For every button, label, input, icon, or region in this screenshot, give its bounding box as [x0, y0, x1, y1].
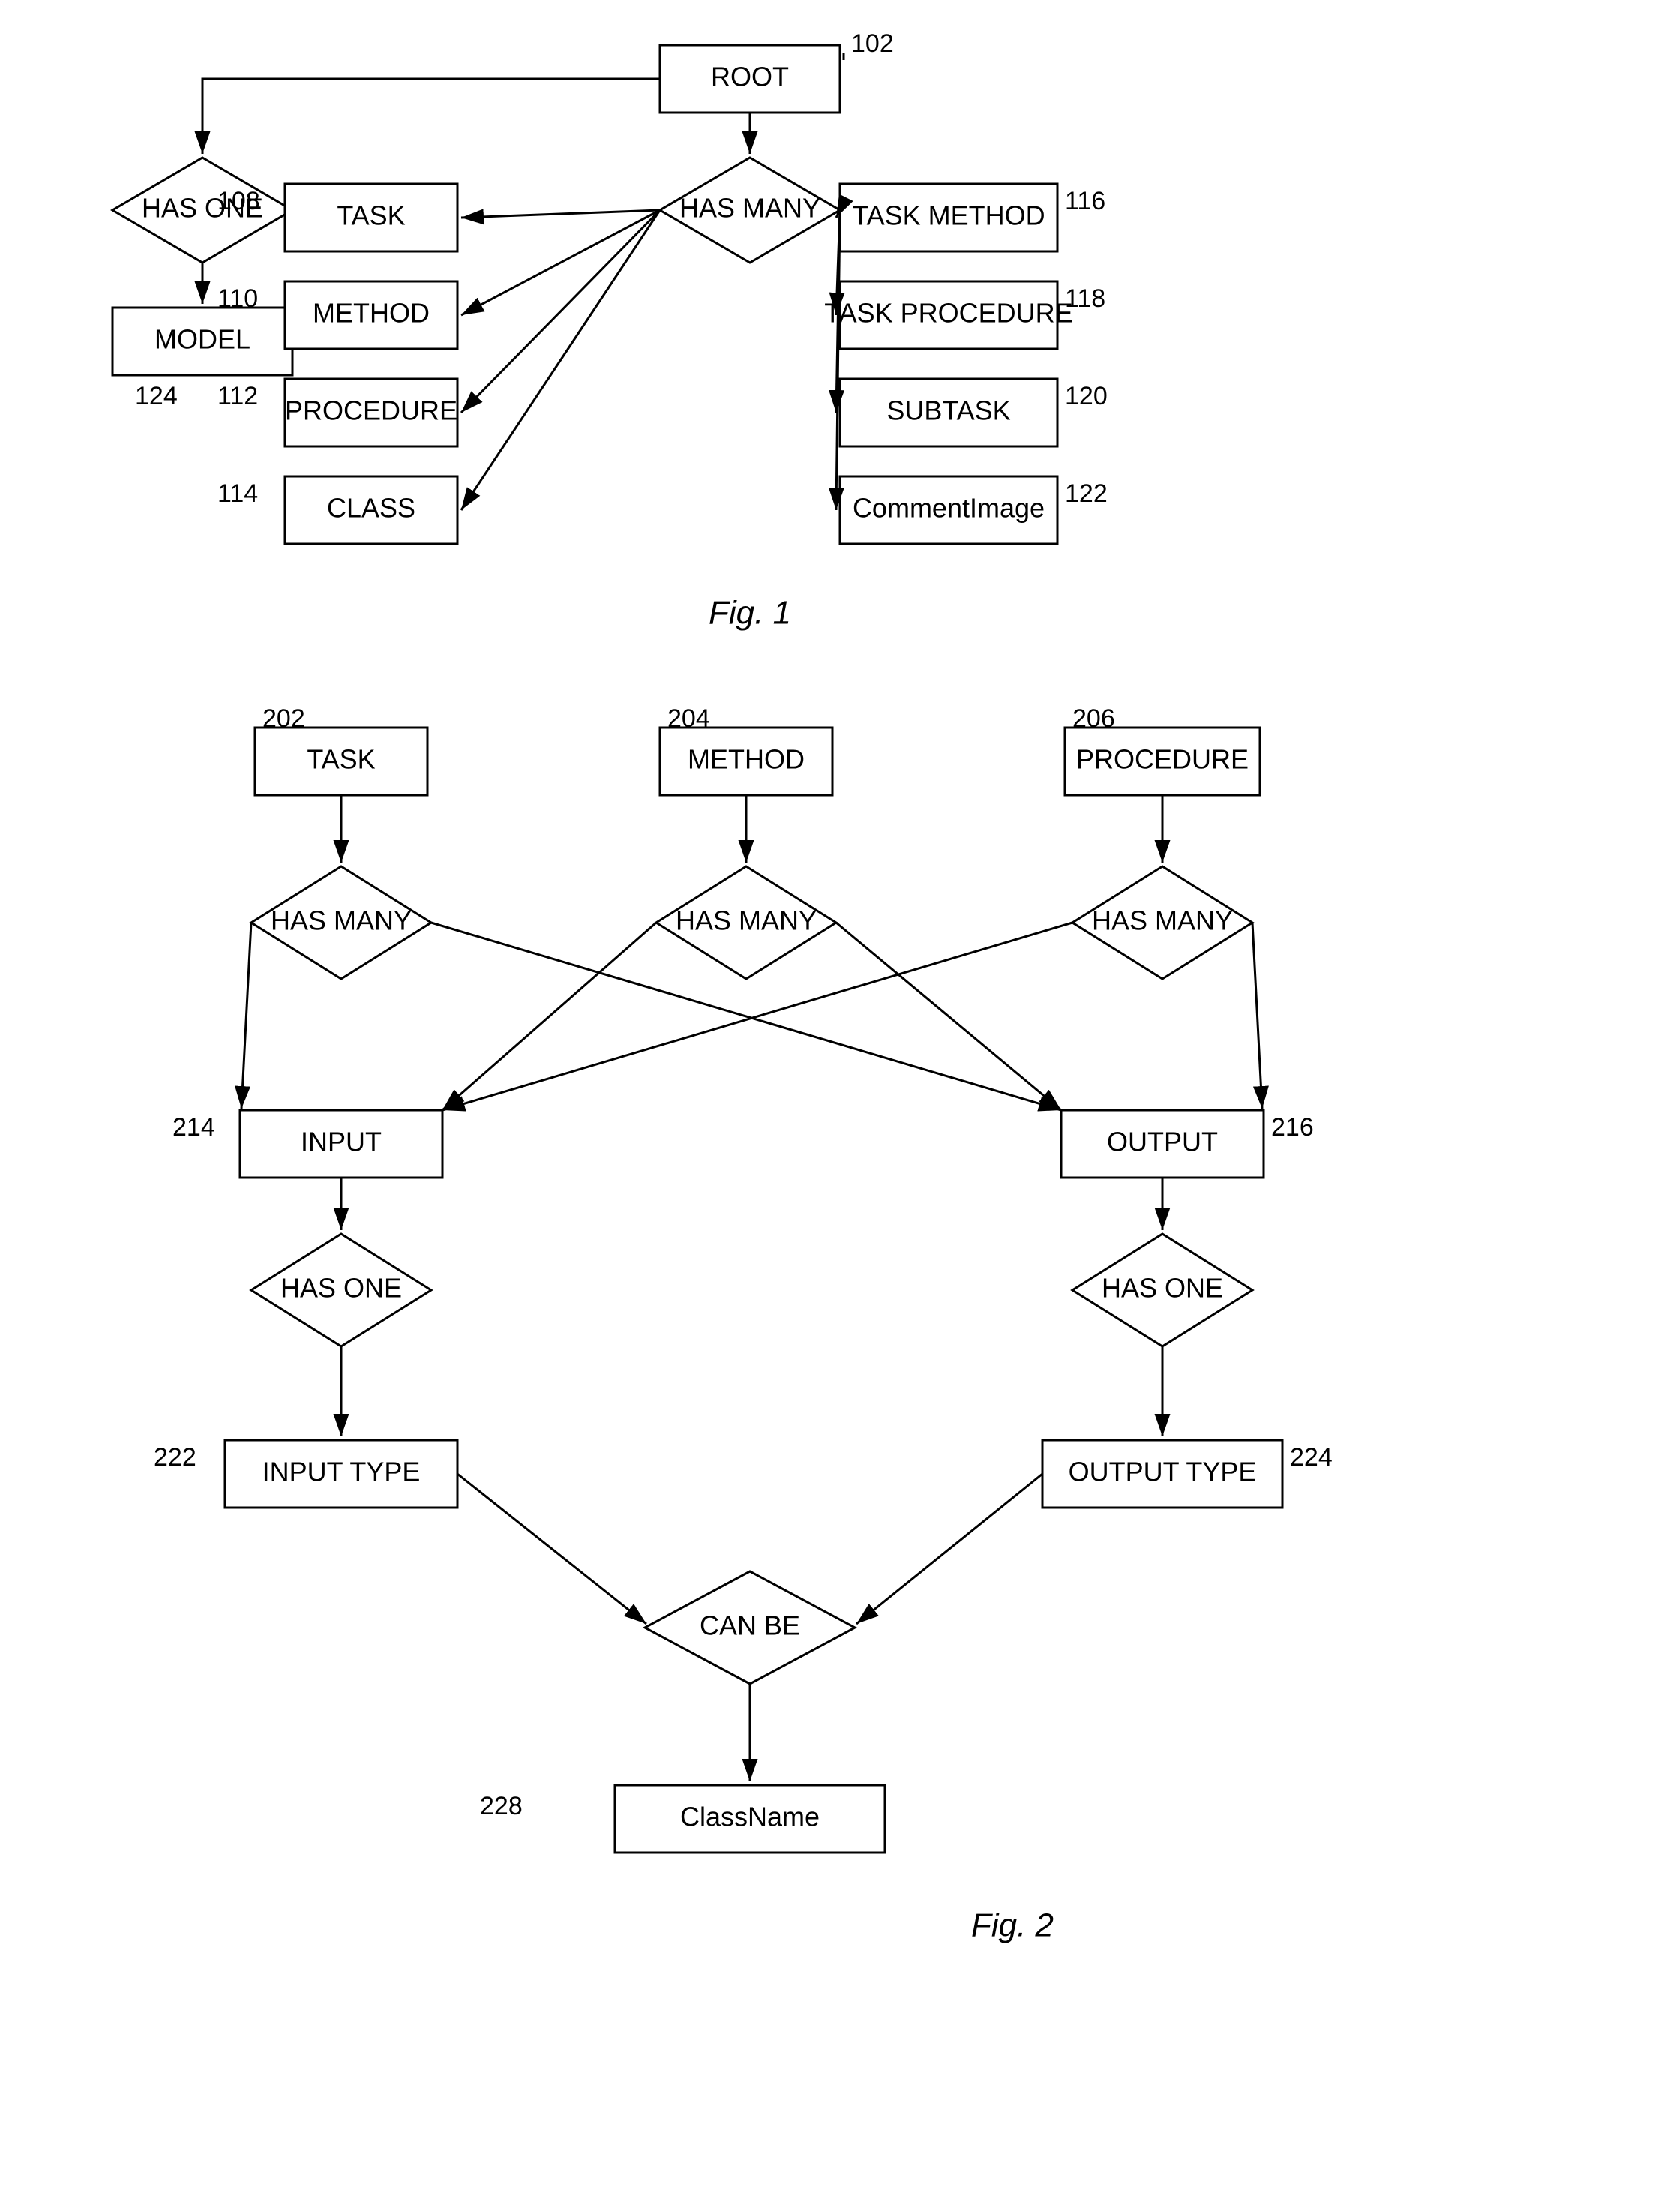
- output-type-label: OUTPUT TYPE: [1069, 1457, 1257, 1487]
- procedure-label-fig1: PROCEDURE: [285, 395, 457, 426]
- root-label: ROOT: [711, 62, 789, 92]
- task-method-ref: 116: [1065, 187, 1105, 215]
- procedure-ref-fig1: 112: [217, 382, 258, 410]
- output-ref: 216: [1271, 1113, 1314, 1142]
- method-ref-fig2: 204: [667, 704, 710, 733]
- root-ref: 102: [851, 29, 894, 58]
- task-procedure-ref: 118: [1065, 284, 1105, 313]
- has-many-proc-label: HAS MANY: [1092, 905, 1233, 936]
- task-ref-fig1: 108: [217, 187, 260, 215]
- has-many-method-label: HAS MANY: [676, 905, 817, 936]
- task-label-fig2: TASK: [307, 744, 375, 775]
- output-type-ref: 224: [1290, 1443, 1333, 1472]
- fig2-label: Fig. 2: [971, 1907, 1054, 1944]
- method-label-fig2: METHOD: [688, 744, 805, 775]
- comment-image-ref: 122: [1065, 479, 1108, 508]
- subtask-ref: 120: [1065, 382, 1108, 410]
- diagram-container: ROOT 102 HAS MANY HAS ONE MODEL 124 TASK…: [0, 0, 1661, 2212]
- can-be-label: CAN BE: [700, 1610, 800, 1641]
- has-one-output-label: HAS ONE: [1102, 1273, 1223, 1304]
- has-many-top-label: HAS MANY: [679, 193, 820, 224]
- has-one-input-label: HAS ONE: [280, 1273, 402, 1304]
- input-type-ref: 222: [154, 1443, 196, 1472]
- procedure-ref-fig2: 206: [1072, 704, 1115, 733]
- classname-ref: 228: [480, 1792, 523, 1820]
- fig1-label: Fig. 1: [709, 595, 791, 632]
- method-label-fig1: METHOD: [313, 298, 430, 329]
- input-ref: 214: [172, 1113, 215, 1142]
- input-type-label: INPUT TYPE: [262, 1457, 421, 1487]
- comment-image-label: CommentImage: [853, 493, 1045, 524]
- subtask-label: SUBTASK: [886, 395, 1010, 426]
- class-label-fig1: CLASS: [327, 493, 415, 524]
- has-many-task-label: HAS MANY: [271, 905, 412, 936]
- input-label: INPUT: [301, 1127, 382, 1157]
- task-ref-fig2: 202: [262, 704, 305, 733]
- classname-label: ClassName: [680, 1802, 820, 1832]
- procedure-label-fig2: PROCEDURE: [1076, 744, 1249, 775]
- output-label: OUTPUT: [1107, 1127, 1218, 1157]
- task-procedure-label: TASK PROCEDURE: [824, 298, 1072, 329]
- model-ref: 124: [135, 382, 178, 410]
- task-label-fig1: TASK: [337, 200, 405, 231]
- task-method-label: TASK METHOD: [852, 200, 1045, 231]
- method-ref-fig1: 110: [217, 284, 258, 313]
- model-label: MODEL: [154, 324, 250, 355]
- class-ref-fig1: 114: [217, 479, 258, 508]
